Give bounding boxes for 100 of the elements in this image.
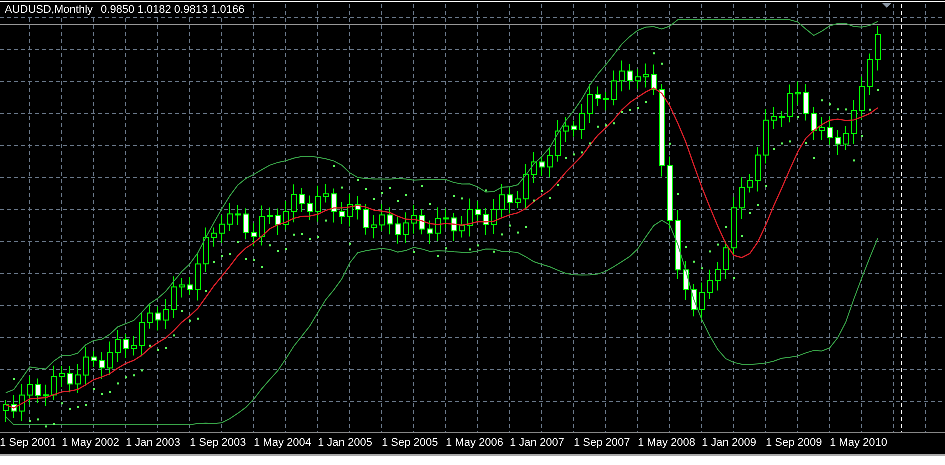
candlestick bbox=[611, 70, 617, 106]
date-label: 1 Sep 2001 bbox=[0, 436, 58, 451]
candlestick bbox=[275, 208, 281, 236]
candlestick bbox=[163, 298, 169, 330]
candlestick bbox=[811, 106, 817, 141]
candlestick bbox=[683, 260, 689, 300]
candlestick bbox=[355, 196, 361, 220]
candlestick bbox=[363, 204, 369, 236]
date-label: 1 Sep 2003 bbox=[190, 436, 248, 451]
candlestick bbox=[35, 378, 41, 404]
candlestick bbox=[211, 227, 217, 248]
candlestick bbox=[243, 208, 249, 240]
candlestick bbox=[595, 86, 601, 107]
candlestick bbox=[107, 341, 113, 376]
candlestick bbox=[139, 312, 145, 358]
candlestick bbox=[395, 216, 401, 244]
candlestick bbox=[387, 207, 393, 236]
candlestick bbox=[235, 204, 241, 226]
candlestick bbox=[283, 200, 289, 230]
candlestick bbox=[467, 198, 473, 238]
candlestick bbox=[803, 84, 809, 122]
date-label: 1 Sep 2009 bbox=[766, 436, 824, 451]
candlestick bbox=[91, 350, 97, 368]
candlestick bbox=[179, 278, 185, 298]
candlestick bbox=[643, 63, 649, 88]
candlestick bbox=[819, 117, 825, 141]
date-label: 1 May 2008 bbox=[638, 436, 696, 451]
candlestick bbox=[835, 130, 841, 156]
candlestick bbox=[571, 120, 577, 138]
candlestick bbox=[515, 191, 521, 209]
triangle-icon bbox=[882, 3, 892, 8]
candlestick bbox=[651, 64, 657, 96]
candlestick bbox=[411, 204, 417, 234]
candlestick bbox=[675, 210, 681, 280]
candlestick bbox=[43, 384, 49, 407]
candlestick bbox=[699, 282, 705, 322]
candlestick bbox=[827, 116, 833, 146]
candlestick bbox=[115, 330, 121, 363]
candlestick bbox=[195, 252, 201, 302]
date-label: 1 Jan 2007 bbox=[510, 436, 566, 451]
candlestick bbox=[875, 26, 881, 72]
candlestick bbox=[755, 146, 761, 192]
candlestick bbox=[483, 208, 489, 236]
candlestick bbox=[251, 222, 257, 248]
candlestick bbox=[323, 184, 329, 204]
candlestick bbox=[707, 269, 713, 300]
candlestick bbox=[531, 152, 537, 184]
candlestick bbox=[547, 146, 553, 178]
candlestick bbox=[347, 194, 353, 228]
candlestick bbox=[691, 284, 697, 318]
candlestick bbox=[523, 164, 529, 210]
date-label: 1 May 2004 bbox=[254, 436, 312, 451]
date-label: 1 Jan 2005 bbox=[318, 436, 374, 451]
candlestick bbox=[579, 104, 585, 140]
candlestick bbox=[603, 92, 609, 112]
candlestick bbox=[123, 334, 129, 359]
candlestick bbox=[867, 53, 873, 96]
candlestick bbox=[67, 366, 73, 394]
candlestick bbox=[419, 208, 425, 236]
candlestick bbox=[539, 156, 545, 177]
candlestick bbox=[51, 365, 57, 401]
date-label: 1 Sep 2007 bbox=[574, 436, 632, 451]
candlestick bbox=[771, 106, 777, 130]
candlestick bbox=[307, 195, 313, 221]
date-label: 1 May 2010 bbox=[830, 436, 888, 451]
candlestick bbox=[555, 120, 561, 162]
candlestick bbox=[299, 188, 305, 213]
candlestick bbox=[563, 116, 569, 143]
candlestick bbox=[291, 184, 297, 224]
candlestick bbox=[59, 366, 65, 388]
candlestick bbox=[795, 81, 801, 106]
candlestick bbox=[627, 64, 633, 90]
candlestick bbox=[427, 220, 433, 245]
candlestick bbox=[75, 364, 81, 394]
candlestick bbox=[379, 204, 385, 232]
candlestick bbox=[443, 208, 449, 228]
candlestick bbox=[507, 187, 513, 214]
candlestick bbox=[779, 110, 785, 128]
candlestick bbox=[267, 207, 273, 225]
candlestick bbox=[227, 202, 233, 232]
date-label: 1 May 2006 bbox=[446, 436, 504, 451]
candlestick bbox=[19, 384, 25, 422]
candlestick bbox=[171, 276, 177, 318]
candlestick bbox=[403, 212, 409, 244]
candlestick bbox=[331, 188, 337, 224]
candlestick bbox=[203, 227, 209, 272]
candlestick bbox=[155, 306, 161, 332]
candlestick bbox=[715, 262, 721, 292]
candlestick bbox=[587, 84, 593, 124]
candlestick bbox=[619, 60, 625, 92]
candlestick bbox=[435, 207, 441, 242]
candlestick bbox=[763, 109, 769, 164]
candlestick bbox=[259, 205, 265, 246]
candlestick bbox=[315, 185, 321, 222]
candlestick bbox=[187, 276, 193, 296]
candlestick bbox=[147, 304, 153, 330]
candlestick bbox=[491, 199, 497, 235]
date-label: 1 Sep 2005 bbox=[382, 436, 440, 451]
candlestick bbox=[99, 352, 105, 380]
candlestick bbox=[219, 214, 225, 244]
